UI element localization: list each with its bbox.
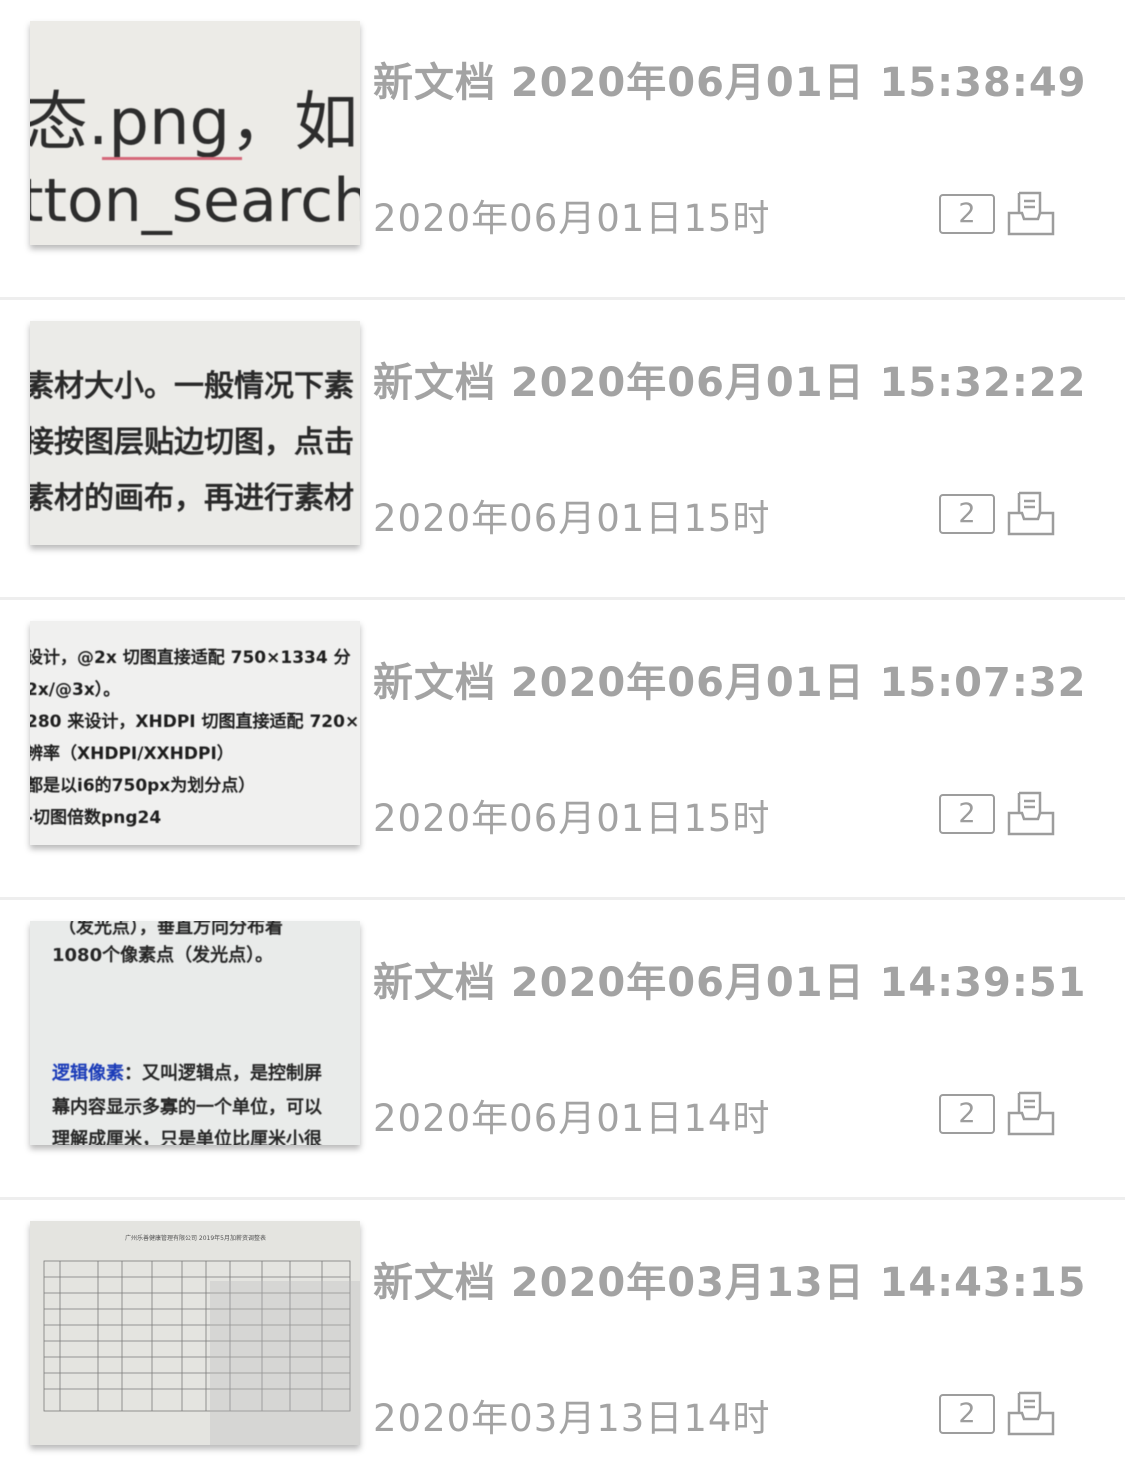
document-date: 2020年06月01日15时	[373, 797, 771, 840]
tray-export-icon[interactable]	[1006, 1389, 1056, 1437]
page-count-badge: 2	[939, 194, 995, 234]
spell-underline	[102, 157, 242, 160]
document-list: 态.png，如： tton_search_ 新文档 2020年06月01日 15…	[0, 0, 1125, 1478]
thumbnail-text-line: 素材的画布，再进行素材	[30, 481, 354, 516]
page-count-badge: 2	[939, 1394, 995, 1434]
document-thumbnail[interactable]: 广州乐善健康管理有限公司 2019年5月加薪资调整表	[30, 1221, 360, 1445]
tray-export-icon[interactable]	[1006, 189, 1056, 237]
thumbnail-text-line: tton_search_	[30, 166, 360, 236]
thumbnail-highlight-text: 逻辑像素	[52, 1063, 124, 1084]
thumbnail-table-grid	[43, 1260, 360, 1445]
thumbnail-text-line: 态.png，如：	[30, 86, 360, 160]
document-date: 2020年03月13日14时	[373, 1397, 771, 1440]
thumbnail-text-line: 280 来设计，XHDPI 切图直接适配 720×	[30, 712, 360, 732]
page-count-badge: 2	[939, 1094, 995, 1134]
document-title: 新文档 2020年06月01日 15:32:22	[373, 360, 1087, 406]
document-item[interactable]: 广州乐善健康管理有限公司 2019年5月加薪资调整表 新文档 2020年03月1…	[0, 1200, 1125, 1478]
thumbnail-text-line: 逻辑像素：又叫逻辑点，是控制屏	[52, 1059, 322, 1085]
page-count-badge: 2	[939, 794, 995, 834]
document-item[interactable]: 态.png，如： tton_search_ 新文档 2020年06月01日 15…	[0, 0, 1125, 300]
page-count-badge: 2	[939, 494, 995, 534]
thumbnail-text-line: 辨率（XHDPI/XXHDPI）	[30, 744, 234, 764]
tray-export-icon[interactable]	[1006, 489, 1056, 537]
thumbnail-text-line: 理解成厘米，只是单位比厘米小很	[52, 1129, 322, 1145]
document-date: 2020年06月01日14时	[373, 1097, 771, 1140]
document-item[interactable]: 设计，@2x 切图直接适配 750×1334 分 2x/@3x）。 280 来设…	[0, 600, 1125, 900]
thumbnail-text-line: 设计，@2x 切图直接适配 750×1334 分	[30, 648, 351, 668]
document-item[interactable]: （发光点），垂直方向分布着 1080个像素点（发光点）。 逻辑像素：又叫逻辑点，…	[0, 900, 1125, 1200]
document-title: 新文档 2020年03月13日 14:43:15	[373, 1260, 1087, 1306]
document-thumbnail[interactable]: 设计，@2x 切图直接适配 750×1334 分 2x/@3x）。 280 来设…	[30, 621, 360, 845]
document-date: 2020年06月01日15时	[373, 497, 771, 540]
tray-export-icon[interactable]	[1006, 789, 1056, 837]
thumbnail-text-line: 1080个像素点（发光点）。	[52, 945, 274, 966]
document-thumbnail[interactable]: （发光点），垂直方向分布着 1080个像素点（发光点）。 逻辑像素：又叫逻辑点，…	[30, 921, 360, 1145]
thumbnail-text-line: 幕内容显示多寡的一个单位，可以	[52, 1097, 322, 1118]
document-title: 新文档 2020年06月01日 14:39:51	[373, 960, 1087, 1006]
thumbnail-text-line: 都是以i6的750px为划分点）	[30, 776, 256, 796]
document-date: 2020年06月01日15时	[373, 197, 771, 240]
document-thumbnail[interactable]: 素材大小。一般情况下素 接按图层贴边切图，点击 素材的画布，再进行素材	[30, 321, 360, 545]
thumbnail-text-line: 接按图层贴边切图，点击	[30, 425, 354, 460]
thumbnail-text-line: 素材大小。一般情况下素	[30, 369, 354, 404]
document-item[interactable]: 素材大小。一般情况下素 接按图层贴边切图，点击 素材的画布，再进行素材 新文档 …	[0, 300, 1125, 600]
document-thumbnail[interactable]: 态.png，如： tton_search_	[30, 21, 360, 245]
document-title: 新文档 2020年06月01日 15:07:32	[373, 660, 1087, 706]
thumbnail-text-fragment: ：又叫逻辑点，是控制屏	[124, 1063, 322, 1084]
thumbnail-text-line: -切图倍数png24	[30, 808, 162, 828]
thumbnail-text-line: （发光点），垂直方向分布着	[58, 921, 283, 938]
document-title: 新文档 2020年06月01日 15:38:49	[373, 60, 1087, 106]
tray-export-icon[interactable]	[1006, 1089, 1056, 1137]
thumbnail-text-line: 2x/@3x）。	[30, 680, 121, 700]
